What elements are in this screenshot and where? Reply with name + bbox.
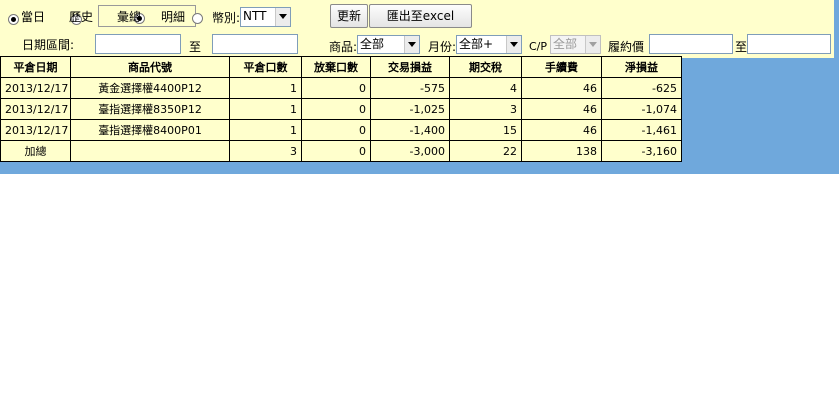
cell-product-code: 黃金選擇權4400P12 [70, 77, 230, 99]
header-abandoned-qty[interactable]: 放棄口數 [301, 56, 371, 78]
cell-net-pnl: -1,461 [601, 119, 682, 141]
radio-history-label[interactable]: 歷史 [69, 10, 93, 24]
cell-total-fee: 138 [521, 140, 602, 162]
cell-closed-qty: 1 [229, 119, 302, 141]
radio-summary-label[interactable]: 彙總 [117, 10, 141, 24]
filter-bar: 當日 歷史 彙總 明細 幣別: NTT 更新 匯出至excel 日期區間: 至 … [0, 0, 834, 58]
table-row[interactable]: 2013/12/17 黃金選擇權4400P12 1 0 -575 4 46 -6… [0, 77, 682, 99]
chevron-down-icon [404, 36, 419, 53]
radio-detail-label[interactable]: 明細 [161, 10, 185, 24]
closed-positions-table: 平倉日期 商品代號 平倉口數 放棄口數 交易損益 期交稅 手續費 淨損益 201… [0, 56, 682, 162]
cell-product-code: 臺指選擇權8350P12 [70, 98, 230, 120]
cell-abandoned-qty: 0 [301, 77, 371, 99]
header-futures-tax[interactable]: 期交稅 [449, 56, 522, 78]
cell-close-date: 2013/12/17 [0, 77, 71, 99]
cell-trade-pnl: -1,025 [370, 98, 450, 120]
cell-product-code: 臺指選擇權8400P01 [70, 119, 230, 141]
table-row[interactable]: 2013/12/17 臺指選擇權8400P01 1 0 -1,400 15 46… [0, 119, 682, 141]
header-fee[interactable]: 手續費 [521, 56, 602, 78]
cell-abandoned-qty: 0 [301, 98, 371, 120]
strike-end-input[interactable] [747, 34, 831, 54]
cell-total-futures-tax: 22 [449, 140, 522, 162]
strike-from-input[interactable] [649, 34, 733, 54]
cell-abandoned-qty: 0 [301, 119, 371, 141]
date-from-input[interactable] [95, 34, 181, 54]
cell-fee: 46 [521, 77, 602, 99]
cell-trade-pnl: -1,400 [370, 119, 450, 141]
month-select-value: 全部+ [459, 37, 494, 51]
table-row[interactable]: 2013/12/17 臺指選擇權8350P12 1 0 -1,025 3 46 … [0, 98, 682, 120]
radio-current-day[interactable] [8, 14, 19, 25]
export-excel-button[interactable]: 匯出至excel [369, 4, 472, 28]
currency-label: 幣別: [212, 11, 241, 25]
cell-futures-tax: 15 [449, 119, 522, 141]
strike-to-label: 至 [735, 40, 748, 54]
currency-select-value: NTT [243, 9, 267, 23]
product-select[interactable]: 全部 [357, 35, 420, 54]
table-header-row: 平倉日期 商品代號 平倉口數 放棄口數 交易損益 期交稅 手續費 淨損益 [0, 56, 682, 78]
cell-trade-pnl: -575 [370, 77, 450, 99]
radio-detail[interactable] [192, 13, 204, 24]
chevron-down-icon [506, 36, 521, 53]
cell-total-abandoned-qty: 0 [301, 140, 371, 162]
header-product-code[interactable]: 商品代號 [70, 56, 230, 78]
month-label: 月份: [428, 40, 457, 54]
product-select-value: 全部 [360, 37, 385, 51]
cell-close-date: 2013/12/17 [0, 119, 71, 141]
header-closed-qty[interactable]: 平倉口數 [229, 56, 302, 78]
cell-fee: 46 [521, 119, 602, 141]
cell-total-label: 加總 [0, 140, 71, 162]
header-net-pnl[interactable]: 淨損益 [601, 56, 682, 78]
cp-select: 全部 [550, 35, 601, 54]
radio-current-day-label[interactable]: 當日 [21, 10, 45, 24]
cp-select-value: 全部 [553, 37, 578, 51]
chevron-down-icon [585, 36, 600, 53]
date-to-label: 至 [189, 40, 202, 54]
cell-total-trade-pnl: -3,000 [370, 140, 450, 162]
cell-closed-qty: 1 [229, 98, 302, 120]
cell-close-date: 2013/12/17 [0, 98, 71, 120]
currency-select[interactable]: NTT [240, 7, 291, 27]
date-range-label: 日期區間: [22, 38, 75, 52]
cell-total-closed-qty: 3 [229, 140, 302, 162]
cp-label: C/P [529, 40, 548, 53]
cell-futures-tax: 4 [449, 77, 522, 99]
header-trade-pnl[interactable]: 交易損益 [370, 56, 450, 78]
cell-fee: 46 [521, 98, 602, 120]
date-end-input[interactable] [212, 34, 298, 54]
cell-net-pnl: -625 [601, 77, 682, 99]
cell-total-product [70, 140, 230, 162]
product-label: 商品: [329, 40, 358, 54]
strike-price-label: 履約價 [608, 40, 645, 54]
table-total-row: 加總 3 0 -3,000 22 138 -3,160 [0, 140, 682, 162]
cell-total-net-pnl: -3,160 [601, 140, 682, 162]
cell-net-pnl: -1,074 [601, 98, 682, 120]
cell-futures-tax: 3 [449, 98, 522, 120]
chevron-down-icon [275, 8, 290, 26]
refresh-button[interactable]: 更新 [330, 4, 368, 28]
month-select[interactable]: 全部+ [456, 35, 522, 54]
header-close-date[interactable]: 平倉日期 [0, 56, 71, 78]
cell-closed-qty: 1 [229, 77, 302, 99]
